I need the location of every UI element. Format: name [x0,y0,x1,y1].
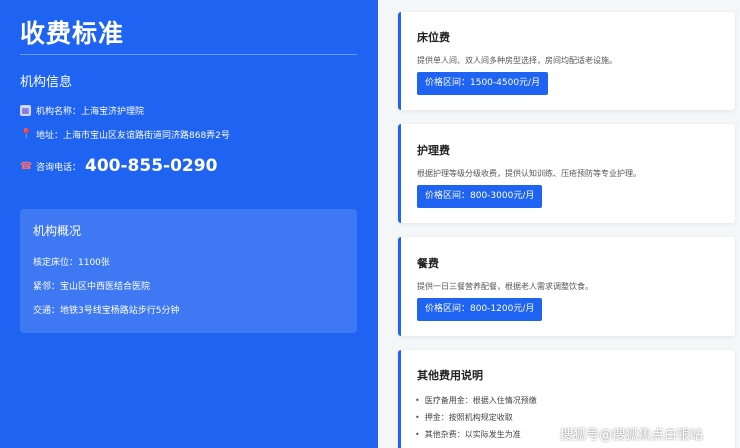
fee-card-meal: 餐费 提供一日三餐营养配餐，根据老人需求调整饮食。 价格区间：800-1200元… [398,237,735,336]
watermark: 搜狐号@搜狐焦点白银站 [560,428,704,443]
fees-panel: 床位费 提供单人间、双人间多种房型选择，房间均配适老设施。 价格区间：1500-… [378,0,740,448]
fee-card-title: 床位费 [417,31,450,44]
building-icon: ▦ [20,105,31,116]
page-title: 收费标准 [20,19,125,48]
price-range-button[interactable]: 价格区间：800-3000元/月 [417,185,543,208]
fee-card-bed: 床位费 提供单人间、双人间多种房型选择，房间均配适老设施。 价格区间：1500-… [398,12,735,110]
fee-card-title: 护理费 [417,144,450,157]
other-fees-list: 医疗备用金：根据入住情况预缴 押金：按照机构规定收取 其他杂费：以实际发生为准 [415,392,537,443]
location-pin-icon: 📍 [20,129,33,140]
overview-box: 机构概况 核定床位：1100张 紧邻：宝山区中西医结合医院 交通：地铁3号线宝杨… [20,209,357,333]
price-range-button[interactable]: 价格区间：800-1200元/月 [417,298,543,321]
phone-number[interactable]: 400-855-0290 [85,156,217,176]
fee-card-desc: 根据护理等级分级收费，提供认知训练、压疮预防等专业护理。 [417,169,641,178]
phone-label: 咨询电话： [36,162,82,173]
institution-name: 机构名称：上海宝济护理院 [36,107,145,117]
overview-title: 机构概况 [33,224,82,238]
fee-card-desc: 提供单人间、双人间多种房型选择，房间均配适老设施。 [417,56,617,65]
overview-traffic: 交通：地铁3号线宝杨路站步行5分钟 [33,306,180,316]
phone-icon: ☎ [20,160,33,172]
address-text: 地址：上海市宝山区友谊路街道同济路868弄2号 [36,131,230,141]
info-panel: 收费标准 机构信息 ▦ 机构名称：上海宝济护理院 📍 地址：上海市宝山区友谊路街… [0,0,378,448]
section-title-info: 机构信息 [20,75,73,90]
fee-card-title: 餐费 [417,257,439,270]
phone-row: ☎ 咨询电话： 400-855-0290 [20,156,217,176]
title-divider [20,54,357,55]
fee-card-desc: 提供一日三餐营养配餐，根据老人需求调整饮食。 [417,282,593,291]
fee-card-nursing: 护理费 根据护理等级分级收费，提供认知训练、压疮预防等专业护理。 价格区间：80… [398,124,735,223]
list-item: 其他杂费：以实际发生为准 [415,426,537,443]
list-item: 医疗备用金：根据入住情况预缴 [415,392,537,409]
overview-neighbor: 紧邻：宝山区中西医结合医院 [33,282,151,292]
list-item: 押金：按照机构规定收取 [415,409,537,426]
address-row: 📍 地址：上海市宝山区友谊路街道同济路868弄2号 [20,128,230,141]
other-fees-title: 其他费用说明 [417,369,483,382]
overview-beds: 核定床位：1100张 [33,258,110,268]
institution-name-row: ▦ 机构名称：上海宝济护理院 [20,104,144,117]
price-range-button[interactable]: 价格区间：1500-4500元/月 [417,72,549,95]
